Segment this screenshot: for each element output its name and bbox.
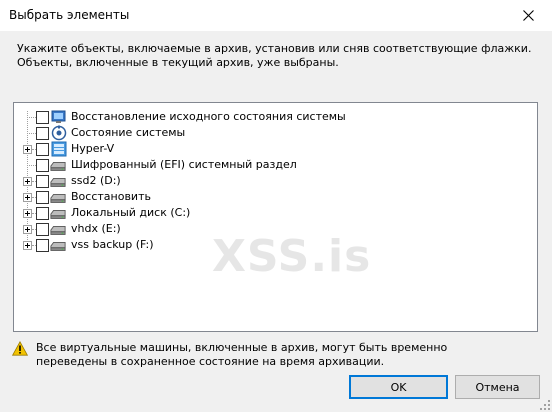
- item-checkbox[interactable]: [36, 223, 49, 236]
- instructions-text: Укажите объекты, включаемые в архив, уст…: [17, 42, 532, 69]
- item-checkbox[interactable]: [36, 127, 49, 140]
- system-state-icon: [51, 125, 67, 141]
- tree-line: [27, 117, 36, 118]
- close-icon: [522, 10, 534, 21]
- item-label: vhdx (E:): [71, 222, 121, 235]
- warning-icon: [12, 341, 28, 356]
- expand-icon[interactable]: [23, 209, 32, 218]
- item-checkbox[interactable]: [36, 175, 49, 188]
- item-checkbox[interactable]: [36, 159, 49, 172]
- items-tree[interactable]: XSS.is Восстановление исходного состояни…: [13, 102, 538, 332]
- item-checkbox[interactable]: [36, 239, 49, 252]
- cancel-button[interactable]: Отмена: [455, 375, 540, 399]
- item-label: Шифрованный (EFI) системный раздел: [71, 158, 297, 171]
- system-restore-icon: [51, 110, 66, 123]
- item-checkbox[interactable]: [36, 111, 49, 124]
- item-label: Состояние системы: [71, 126, 186, 139]
- item-checkbox[interactable]: [36, 207, 49, 220]
- expand-icon[interactable]: [23, 241, 32, 250]
- drive-icon: [50, 210, 66, 219]
- tree-line: [27, 165, 36, 166]
- window-title: Выбрать элементы: [9, 8, 130, 22]
- drive-icon: [50, 226, 66, 235]
- ok-button[interactable]: OK: [349, 375, 448, 399]
- resize-grip-icon[interactable]: [540, 400, 550, 410]
- item-checkbox[interactable]: [36, 143, 49, 156]
- item-checkbox[interactable]: [36, 191, 49, 204]
- drive-icon: [50, 242, 66, 251]
- close-button[interactable]: [508, 0, 548, 31]
- watermark: XSS.is: [212, 231, 372, 282]
- title-bar: Выбрать элементы: [0, 0, 552, 31]
- expand-icon[interactable]: [23, 225, 32, 234]
- hyperv-icon: [51, 141, 67, 157]
- tree-line: [27, 133, 36, 134]
- item-label: Восстановить: [71, 190, 151, 203]
- item-label: vss backup (F:): [71, 238, 154, 251]
- drive-icon: [50, 162, 66, 171]
- item-label: Hyper-V: [71, 142, 115, 155]
- drive-icon: [50, 178, 66, 187]
- drive-icon: [50, 194, 66, 203]
- expand-icon[interactable]: [23, 193, 32, 202]
- warning-text: Все виртуальные машины, включенные в арх…: [36, 341, 448, 368]
- item-label: ssd2 (D:): [71, 174, 121, 187]
- item-label: Восстановление исходного состояния систе…: [71, 110, 346, 123]
- expand-icon[interactable]: [23, 177, 32, 186]
- item-label: Локальный диск (C:): [71, 206, 191, 219]
- expand-icon[interactable]: [23, 145, 32, 154]
